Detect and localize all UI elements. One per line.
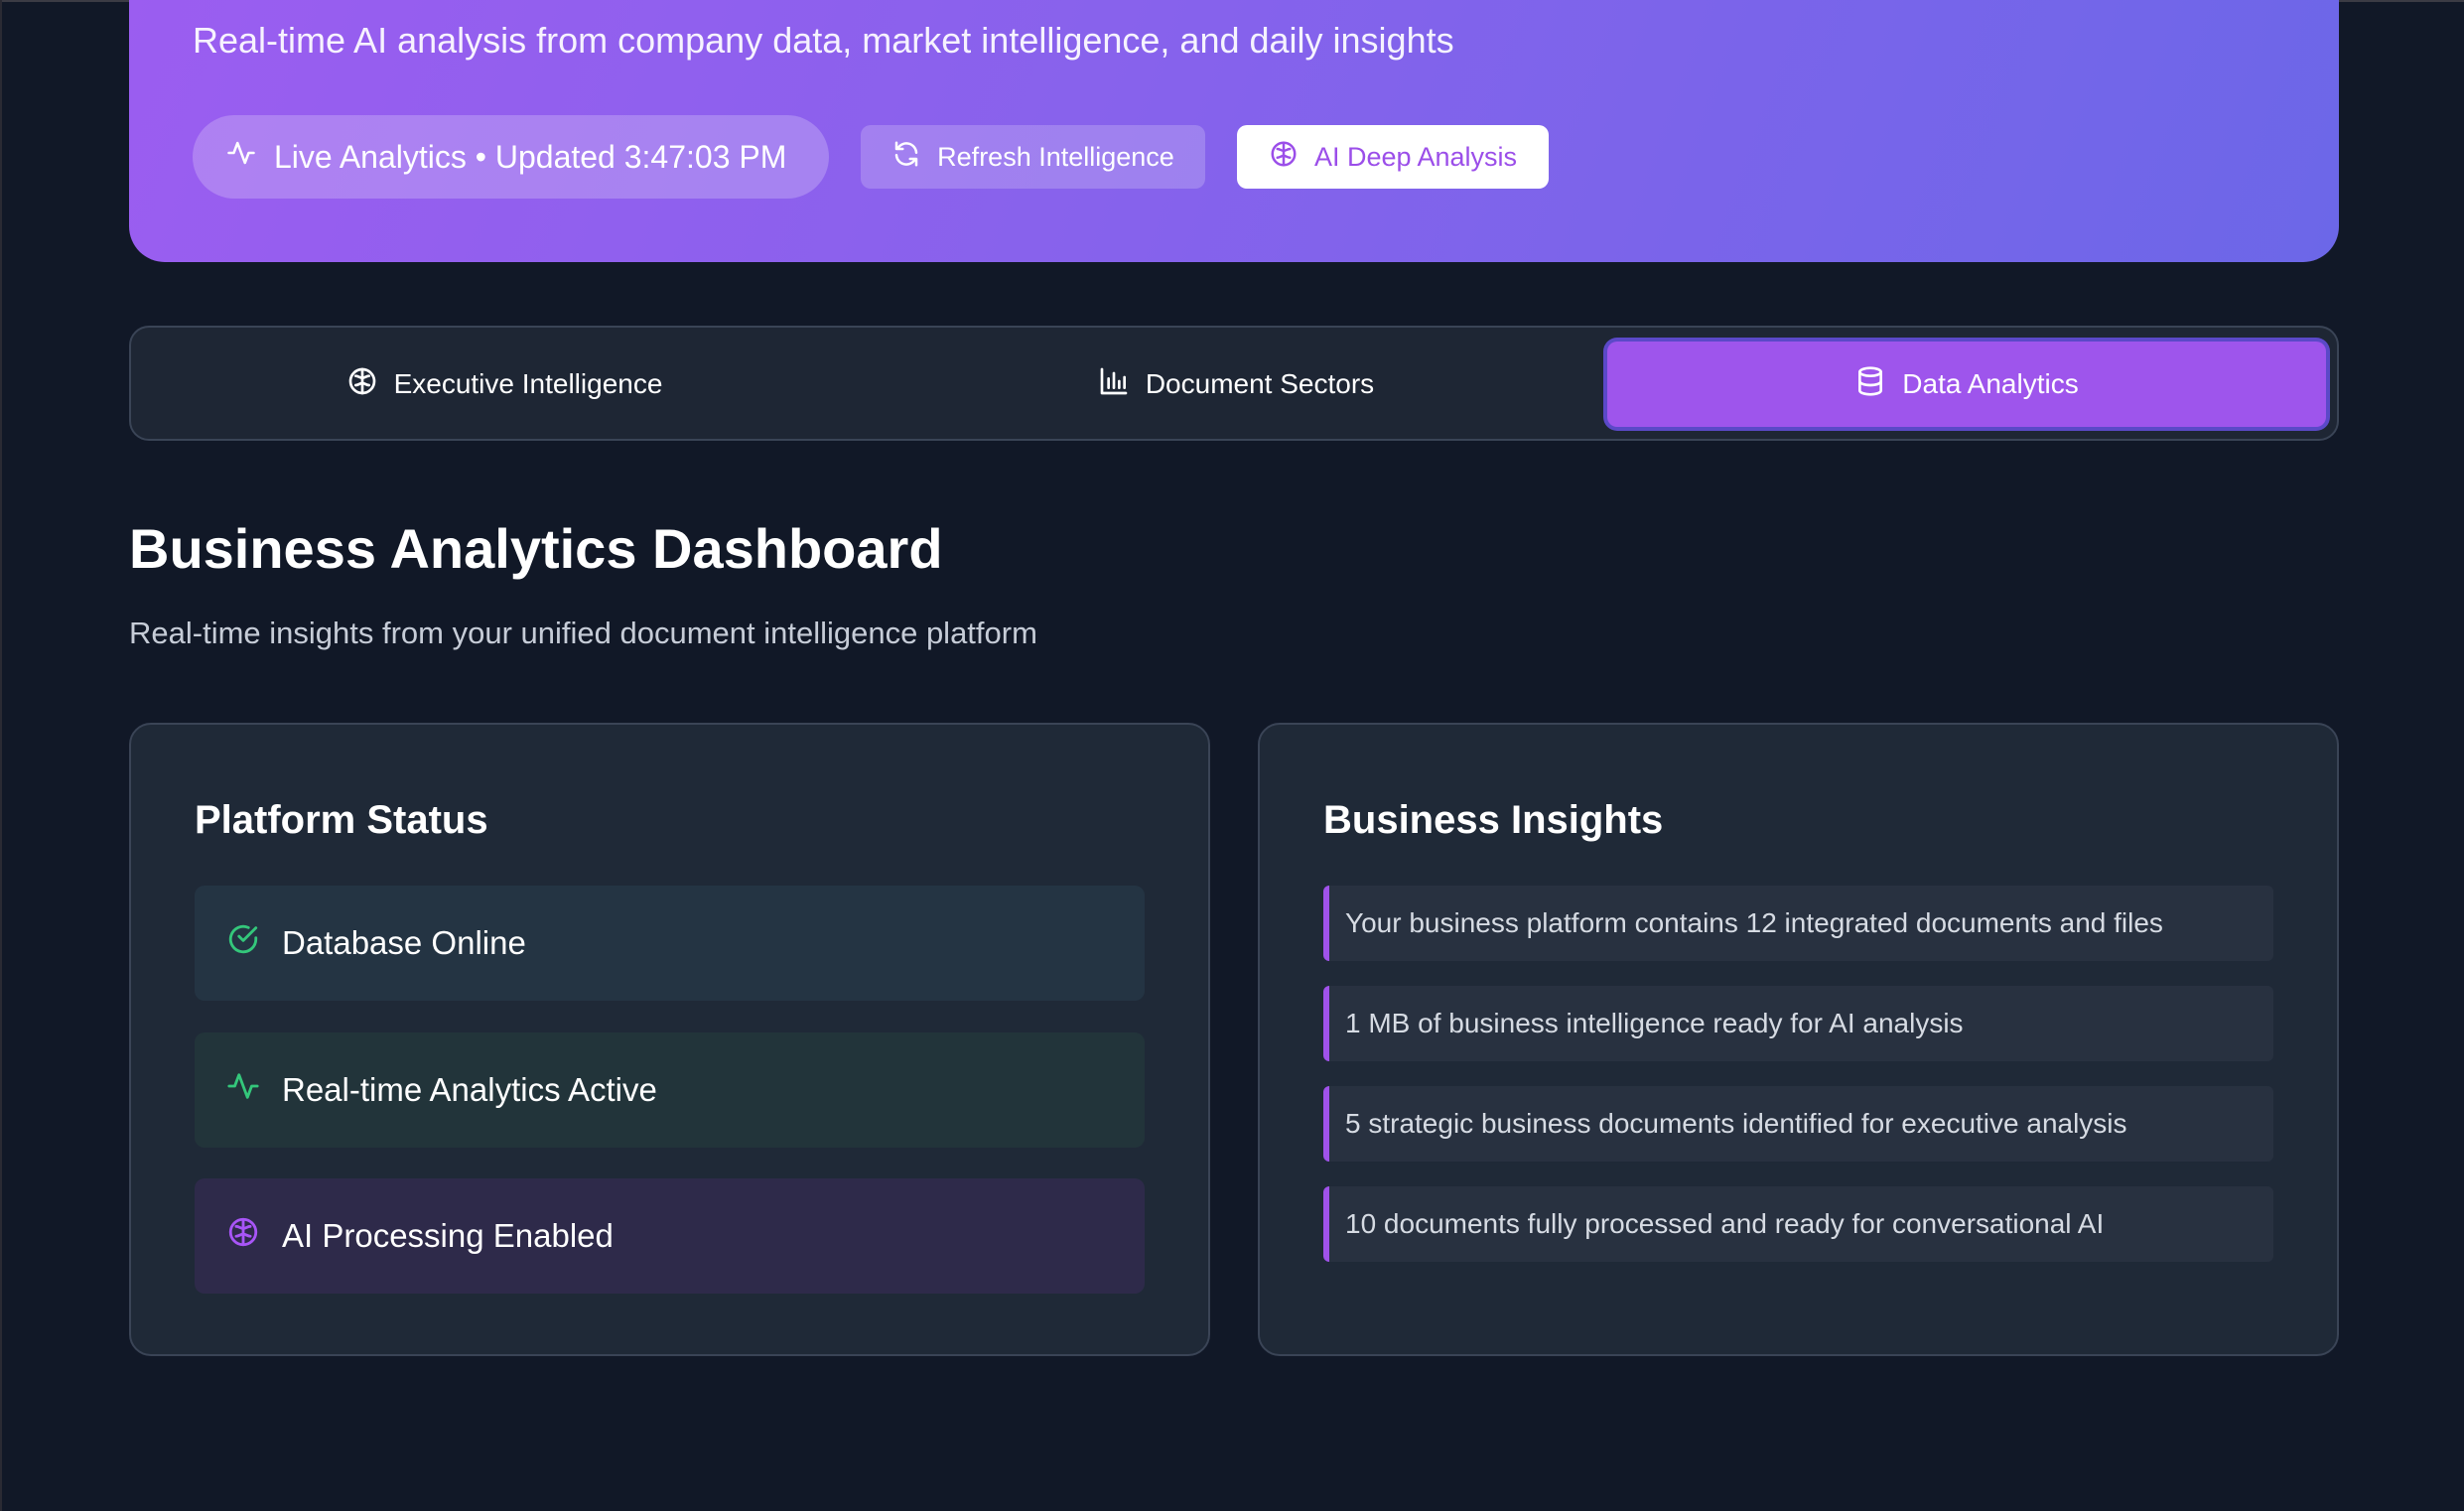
live-analytics-label: Live Analytics • Updated 3:47:03 PM xyxy=(274,138,787,175)
status-item-database: Database Online xyxy=(195,886,1145,1001)
tab-label: Data Analytics xyxy=(1902,368,2079,399)
insight-item: Your business platform contains 12 integ… xyxy=(1323,886,2273,961)
status-label: Database Online xyxy=(282,924,526,961)
brain-icon xyxy=(1269,139,1314,176)
refresh-icon xyxy=(891,139,937,176)
live-analytics-pill: Live Analytics • Updated 3:47:03 PM xyxy=(193,115,829,199)
insight-item: 1 MB of business intelligence ready for … xyxy=(1323,986,2273,1061)
status-label: Real-time Analytics Active xyxy=(282,1071,657,1108)
tab-executive-intelligence[interactable]: Executive Intelligence xyxy=(145,342,864,427)
window-left-edge xyxy=(0,0,2,1511)
database-icon xyxy=(1854,365,1902,404)
tab-label: Document Sectors xyxy=(1145,368,1375,399)
activity-icon xyxy=(226,1069,282,1111)
hero-subtitle: Real-time AI analysis from company data,… xyxy=(193,20,1454,61)
refresh-intelligence-label: Refresh Intelligence xyxy=(937,141,1174,172)
page-title: Business Analytics Dashboard xyxy=(129,517,943,580)
hero-banner: Real-time AI analysis from company data,… xyxy=(129,0,2339,262)
status-item-ai-processing: AI Processing Enabled xyxy=(195,1178,1145,1294)
status-item-analytics: Real-time Analytics Active xyxy=(195,1032,1145,1148)
tab-label: Executive Intelligence xyxy=(393,368,663,399)
insight-item: 10 documents fully processed and ready f… xyxy=(1323,1186,2273,1262)
bar-chart-icon xyxy=(1098,365,1146,404)
platform-status-card: Platform Status Database Online Real-tim… xyxy=(129,723,1210,1356)
ai-deep-analysis-button[interactable]: AI Deep Analysis xyxy=(1237,125,1549,189)
card-title: Platform Status xyxy=(195,798,488,842)
refresh-intelligence-button[interactable]: Refresh Intelligence xyxy=(861,125,1205,189)
brain-icon xyxy=(226,1215,282,1257)
business-insights-card: Business Insights Your business platform… xyxy=(1258,723,2339,1356)
status-label: AI Processing Enabled xyxy=(282,1217,614,1254)
check-circle-icon xyxy=(226,922,282,964)
tab-document-sectors[interactable]: Document Sectors xyxy=(877,342,1595,427)
page: Real-time AI analysis from company data,… xyxy=(0,0,2464,1511)
card-title: Business Insights xyxy=(1323,798,1664,842)
tab-bar: Executive Intelligence Document Sectors … xyxy=(129,326,2339,441)
brain-icon xyxy=(346,365,394,404)
ai-deep-analysis-label: AI Deep Analysis xyxy=(1313,141,1518,172)
insight-item: 5 strategic business documents identifie… xyxy=(1323,1086,2273,1162)
activity-icon xyxy=(226,138,274,176)
tab-data-analytics[interactable]: Data Analytics xyxy=(1607,342,2326,427)
page-subtitle: Real-time insights from your unified doc… xyxy=(129,616,1037,650)
